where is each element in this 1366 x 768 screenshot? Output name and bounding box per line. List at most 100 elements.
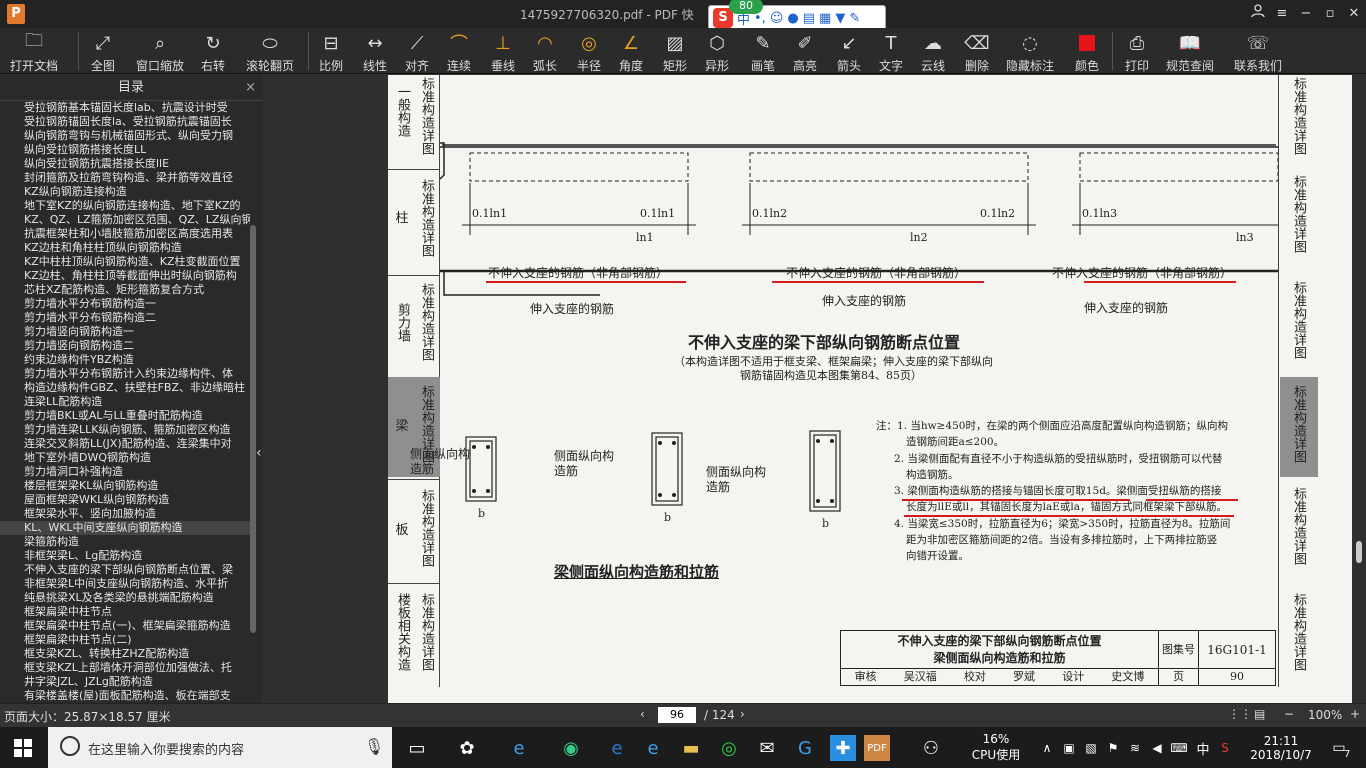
toc-item[interactable]: 框架扁梁中柱节点 xyxy=(0,605,250,619)
edge-icon[interactable]: e xyxy=(604,735,630,761)
toolbar-highlight-button[interactable]: ✐ 高亮 xyxy=(792,28,818,74)
minimize-icon[interactable]: − xyxy=(1294,0,1318,28)
toc-item[interactable]: 纵向钢筋弯钩与机械锚固形式、纵向受力钢 xyxy=(0,129,250,143)
mail-icon[interactable]: ✉ xyxy=(754,735,780,761)
toolbar-cloud-button[interactable]: ☁ 云线 xyxy=(920,28,946,74)
page-scrollbar-thumb[interactable] xyxy=(1356,541,1362,563)
toc-item[interactable]: 框架扁梁中柱节点(二) xyxy=(0,633,250,647)
clock[interactable]: 21:11 2018/10/7 xyxy=(1244,727,1318,768)
toolbar-linear-button[interactable]: ↔ 线性 xyxy=(362,28,388,74)
skin-icon[interactable]: ▼ xyxy=(835,11,845,26)
toc-scrollbar[interactable] xyxy=(250,225,256,633)
collapse-sidebar-icon[interactable]: ‹ xyxy=(256,445,262,461)
cpu-widget[interactable]: 16% CPU使用 xyxy=(968,727,1024,768)
toolbar-printer-button[interactable]: ⎙ 打印 xyxy=(1124,28,1150,74)
toolbar-arc-button[interactable]: ◠ 弧长 xyxy=(532,28,558,74)
single-view-icon[interactable]: ▤ xyxy=(1254,707,1265,721)
toolbar-continuous-button[interactable]: ⌒ 连续 xyxy=(446,28,472,74)
toolbar-rotate-button[interactable]: ↻ 右转 xyxy=(200,28,226,74)
sogou-tray-icon[interactable]: S xyxy=(1212,735,1238,761)
toolbar-pen-button[interactable]: ✎ 画笔 xyxy=(750,28,776,74)
toc-item[interactable]: 芯柱XZ配筋构造、矩形箍筋复合方式 xyxy=(0,283,250,297)
toolbar-scale-button[interactable]: ⊟ 比例 xyxy=(318,28,344,74)
toc-item[interactable]: 构造边缘构件GBZ、扶壁柱FBZ、非边缘暗柱 xyxy=(0,381,250,395)
toc-item[interactable]: 受拉钢筋基本锚固长度lab、抗震设计时受 xyxy=(0,101,250,115)
toolbar-align-button[interactable]: ⟋ 对齐 xyxy=(404,28,430,74)
toc-item[interactable]: KZ边柱、角柱柱顶等截面伸出时纵向钢筋构 xyxy=(0,269,250,283)
pdf-app-icon[interactable]: PDF xyxy=(864,735,890,761)
keyboard-icon[interactable]: ▤ xyxy=(803,11,815,26)
toc-item[interactable]: 框支梁KZL上部墙体开洞部位加强做法、托 xyxy=(0,661,250,675)
toc-item[interactable]: 封闭箍筋及拉筋弯钩构造、梁并筋等效直径 xyxy=(0,171,250,185)
toolbox-icon[interactable]: ▦ xyxy=(819,11,831,26)
toc-item[interactable]: 剪力墙水平分布钢筋构造一 xyxy=(0,297,250,311)
toc-item[interactable]: 不伸入支座的梁下部纵向钢筋断点位置、梁 xyxy=(0,563,250,577)
toolbar-rectangle-button[interactable]: ▨ 矩形 xyxy=(662,28,688,74)
toc-item[interactable]: KZ纵向钢筋连接构造 xyxy=(0,185,250,199)
toc-item[interactable]: 梁箍筋构造 xyxy=(0,535,250,549)
toc-item[interactable]: 抗震框架柱和小墙肢箍筋加密区高度选用表 xyxy=(0,227,250,241)
zoom-in-button[interactable]: + xyxy=(1350,707,1360,721)
toc-item[interactable]: 非框架梁L中间支座纵向钢筋构造、水平折 xyxy=(0,577,250,591)
toc-item[interactable]: 有梁楼盖楼(屋)面板配筋构造、板在端部支 xyxy=(0,689,250,701)
mic-icon[interactable]: ● xyxy=(787,11,798,26)
toolbar-color-button[interactable]: 颜色 xyxy=(1074,28,1100,74)
toolbar-zoom-button[interactable]: ⌕ 窗口缩放 xyxy=(136,28,184,74)
toolbar-mouse-button[interactable]: ⬭ 滚轮翻页 xyxy=(246,28,294,74)
toc-item[interactable]: 连梁交叉斜筋LL(JX)配筋构造、连梁集中对 xyxy=(0,437,250,451)
menu-icon[interactable]: ≡ xyxy=(1270,0,1294,28)
browser-360-icon[interactable]: ◉ xyxy=(558,735,584,761)
toc-item[interactable]: KZ、QZ、LZ箍筋加密区范围、QZ、LZ纵向钢 xyxy=(0,213,250,227)
toolbar-arrow-button[interactable]: ↙ 箭头 xyxy=(836,28,862,74)
emoji-icon[interactable]: ☺ xyxy=(770,11,784,26)
toc-item[interactable]: 剪力墙水平分布钢筋构造二 xyxy=(0,311,250,325)
user-icon[interactable] xyxy=(1246,0,1270,28)
next-page-button[interactable]: › xyxy=(740,707,745,721)
taskbar-search[interactable]: 在这里输入你要搜索的内容 🎙 xyxy=(48,727,392,768)
people-icon[interactable]: ⚇ xyxy=(918,735,944,761)
toolbar-contact-button[interactable]: ☏ 联系我们 xyxy=(1234,28,1282,74)
toc-item[interactable]: 地下室外墙DWQ钢筋构造 xyxy=(0,451,250,465)
toolbar-folder-button[interactable]: 🗀 打开文档 xyxy=(10,28,58,74)
tray-keyboard-icon[interactable]: ⌨ xyxy=(1166,735,1192,761)
toc-item[interactable]: 楼层框架梁KL纵向钢筋构造 xyxy=(0,479,250,493)
toolbar-eraser-button[interactable]: ⌫ 删除 xyxy=(964,28,990,74)
zoom-out-button[interactable]: − xyxy=(1284,707,1294,721)
toc-item[interactable]: 纵向受拉钢筋抗震搭接长度llE xyxy=(0,157,250,171)
toolbar-text-button[interactable]: T 文字 xyxy=(878,28,904,74)
toolbar-angle-button[interactable]: ∠ 角度 xyxy=(618,28,644,74)
toc-item[interactable]: 框架梁水平、竖向加腋构造 xyxy=(0,507,250,521)
toc-item[interactable]: 连梁LL配筋构造 xyxy=(0,395,250,409)
mic-icon[interactable]: 🎙 xyxy=(364,737,384,756)
toolbar-polygon-button[interactable]: ⬡ 异形 xyxy=(704,28,730,74)
toc-item[interactable]: 纵向受拉钢筋搭接长度LL xyxy=(0,143,250,157)
toc-item[interactable]: 井字梁JZL、JZLg配筋构造 xyxy=(0,675,250,689)
toc-item[interactable]: 剪力墙竖向钢筋构造二 xyxy=(0,339,250,353)
prev-page-button[interactable]: ‹ xyxy=(640,707,645,721)
toolbar-perpendicular-button[interactable]: ⊥ 垂线 xyxy=(490,28,516,74)
start-icon[interactable] xyxy=(10,735,36,761)
toc-item[interactable]: 剪力墙水平分布钢筋计入约束边缘构件、体 xyxy=(0,367,250,381)
toc-item[interactable]: 非框架梁L、Lg配筋构造 xyxy=(0,549,250,563)
zoom-level[interactable]: 100% xyxy=(1308,708,1342,722)
browser-icon[interactable]: ◎ xyxy=(716,735,742,761)
continuous-view-icon[interactable]: ⋮⋮ xyxy=(1228,707,1252,721)
toc-item[interactable]: 受拉钢筋锚固长度la、受拉钢筋抗震锚固长 xyxy=(0,115,250,129)
app-g-icon[interactable]: G xyxy=(792,735,818,761)
toc-item[interactable]: KL、WKL中间支座纵向钢筋构造 xyxy=(0,521,250,535)
task-view-icon[interactable]: ▭ xyxy=(404,735,430,761)
toolbar-radius-button[interactable]: ◎ 半径 xyxy=(576,28,602,74)
file-explorer-icon[interactable]: ▬ xyxy=(678,735,704,761)
toc-item[interactable]: 框支梁KZL、转换柱ZHZ配筋构造 xyxy=(0,647,250,661)
toolbar-fit-page-button[interactable]: ⤢ 全图 xyxy=(90,28,116,74)
toc-item[interactable]: 剪力墙竖向钢筋构造一 xyxy=(0,325,250,339)
toc-item[interactable]: 剪力墙洞口补强构造 xyxy=(0,465,250,479)
app-pinwheel-icon[interactable]: ✿ xyxy=(454,735,480,761)
toolbar-book-button[interactable]: 📖 规范查阅 xyxy=(1166,28,1214,74)
toc-item[interactable]: KZ边柱和角柱柱顶纵向钢筋构造 xyxy=(0,241,250,255)
toc-item[interactable]: 纯悬挑梁XL及各类梁的悬挑端配筋构造 xyxy=(0,591,250,605)
close-icon[interactable]: ✕ xyxy=(1342,0,1366,28)
toc-item[interactable]: 地下室KZ的纵向钢筋连接构造、地下室KZ的 xyxy=(0,199,250,213)
toc-item[interactable]: 约束边缘构件YBZ构造 xyxy=(0,353,250,367)
ie-icon[interactable]: e xyxy=(506,735,532,761)
